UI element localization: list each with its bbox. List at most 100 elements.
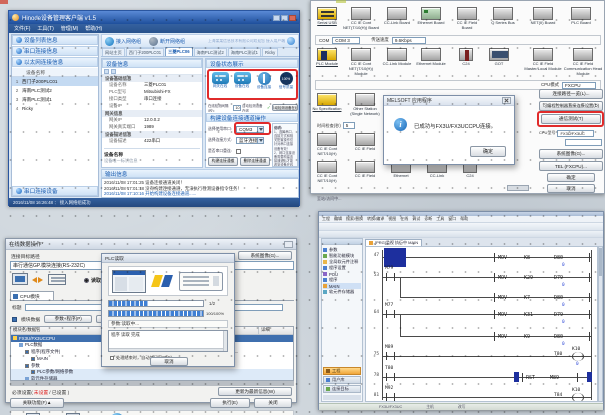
cc-ie-field-head-icon[interactable] — [573, 48, 593, 61]
communication-test-button[interactable]: 通信测试(T) — [541, 114, 601, 124]
contact-symbol[interactable] — [386, 373, 395, 381]
speed-field[interactable]: 9.6Kbps — [392, 37, 426, 44]
prop-row[interactable]: PLC型号 Mitsubishi-FX — [102, 89, 202, 96]
menu-tools[interactable]: 工具(T) — [37, 25, 53, 32]
tab-siemens200plc01[interactable]: 西门子200PLC01 — [126, 48, 164, 56]
plc-if-label[interactable]: Ethernet Module — [415, 62, 447, 67]
q-series-bus-icon[interactable] — [493, 7, 513, 20]
system-image-button[interactable]: 系统图像(G)... — [539, 149, 603, 159]
com-port-field[interactable]: COM 3 — [332, 37, 360, 44]
param-program-button[interactable]: 参数+程序(P) — [44, 315, 92, 323]
prop-group-desc[interactable]: 设备描述信息 — [102, 131, 202, 138]
close-button[interactable] — [289, 15, 296, 21]
connection-path-list-button[interactable]: 连接路径一览(L)... — [539, 89, 603, 99]
pc-if-label[interactable]: CC IE Field Board — [451, 21, 483, 31]
list-hscrollbar[interactable] — [109, 348, 223, 351]
other-station-single-icon[interactable] — [355, 93, 375, 106]
got-icon[interactable] — [489, 48, 509, 61]
co-route-label[interactable]: CC IE Cont NET/10(H) — [311, 174, 343, 184]
tab-mitsubishi-plc06[interactable]: 三菱PLC06 — [165, 47, 192, 56]
plc-if-label[interactable]: CC IE Cont NET(T/10(H)) Module — [343, 62, 379, 76]
serial-usb-icon[interactable] — [317, 7, 337, 20]
plc-direct-connect-button[interactable]: 可编程控制器直接连接设置(D) — [539, 101, 603, 111]
cc-ie-cont-module-icon[interactable] — [351, 48, 371, 61]
sort-az-icon[interactable] — [104, 69, 109, 74]
route-cc-ie-field-icon[interactable] — [355, 133, 375, 146]
cc-link-board-icon[interactable] — [387, 7, 407, 20]
co-route-label[interactable]: Ethernet — [385, 174, 417, 179]
gx-menu-item[interactable]: 编辑 — [334, 216, 342, 222]
tree-row[interactable]: PLC参数/网络参数 — [11, 369, 293, 376]
plc-if-label[interactable]: GOT — [483, 62, 515, 67]
gx-doc-tab[interactable]: [PRG]监视 执行中 MAIN — [365, 239, 422, 246]
gx-menu-item[interactable]: 工程 — [322, 216, 330, 222]
contact-symbol[interactable] — [386, 393, 395, 401]
row-checkbox[interactable] — [31, 357, 35, 361]
route-label[interactable]: CC IE Field — [347, 147, 383, 152]
gx-menu-item[interactable]: 帮助 — [460, 216, 468, 222]
ladder-editor[interactable]: 47 53 64 75 78 81 MOV K8 D80 0 M79 MOV K… — [365, 246, 598, 402]
dialog-close-button[interactable] — [284, 241, 293, 248]
join-network-button[interactable]: 接入网络组 — [105, 37, 141, 46]
tab-ricky[interactable]: Ricky — [262, 48, 278, 56]
pc-if-label[interactable]: CC-Link Board — [381, 21, 413, 26]
connect-mode-select[interactable]: 蓝牙连接 — [236, 137, 258, 144]
device-row-3[interactable]: 3 海南PLC测试1 — [12, 95, 98, 104]
interval-input[interactable]: 10 — [233, 105, 242, 111]
ethernet-module-icon[interactable] — [421, 48, 441, 61]
plc-module-icon[interactable] — [317, 48, 337, 61]
co-cc-ie-field-icon[interactable] — [355, 161, 375, 173]
device-row-4[interactable]: 4 Ricky — [12, 104, 98, 113]
co-cc-ie-cont-icon[interactable] — [317, 161, 337, 173]
plc-if-label[interactable]: C24 — [453, 62, 479, 67]
plc-board-icon[interactable] — [571, 7, 591, 20]
co-route-label[interactable]: CC-Link — [421, 174, 453, 179]
prop-row[interactable]: 网关真实端口 1989 — [102, 124, 202, 131]
cc-ie-field-board-icon[interactable] — [457, 7, 477, 20]
tab-hainan-test1[interactable]: 海南PLC测试1 — [228, 48, 261, 56]
prop-row[interactable]: 设备描述 422串口 — [102, 138, 202, 145]
pc-if-label[interactable]: Q Series Bus — [487, 21, 519, 26]
delete-channel-button[interactable]: 删除连接通道 — [240, 157, 270, 166]
row-checkbox[interactable] — [25, 350, 29, 354]
plc-if-label[interactable]: CC IE Field Communication Head Module — [563, 62, 603, 76]
mov-instruction[interactable]: MOV K31 D79 — [494, 310, 590, 319]
autoclose-checkbox[interactable] — [110, 356, 114, 360]
melsoft-close-button[interactable] — [502, 97, 511, 104]
dropdown-arrow-icon[interactable] — [258, 137, 264, 144]
nav-tab-userlib[interactable]: 用户库 — [323, 376, 361, 384]
manual-check-button[interactable]: 手动检测设备在线 — [272, 104, 298, 111]
device-row-1[interactable]: 1 西门子200PLC01 — [12, 77, 98, 86]
maximize-button[interactable] — [281, 15, 288, 21]
row-checkbox[interactable] — [31, 370, 35, 374]
contact-symbol[interactable] — [386, 352, 395, 360]
plc-if-label[interactable]: CC IE Field Master/Local Module — [523, 62, 563, 72]
mov-instruction[interactable]: MOV K7 D80 — [494, 293, 590, 302]
list-vscrollbar[interactable] — [223, 331, 227, 351]
plc-if-label[interactable]: PLC Module — [311, 62, 343, 67]
cpu-mode-field[interactable]: FXCPU — [562, 82, 596, 89]
menu-file[interactable]: 文件(F) — [14, 25, 30, 32]
pc-if-label[interactable]: Serial USB — [311, 21, 343, 26]
minimize-button[interactable] — [273, 15, 280, 21]
output-log[interactable]: 2016/11/08 17:01:25 设备连接通道关闭！ 2016/11/08… — [101, 178, 299, 198]
gx-menu-item[interactable]: 视图 — [388, 216, 396, 222]
prop-row[interactable]: 接口类型 串口连接 — [102, 96, 202, 103]
gx-menu-item[interactable]: 搜索/替换 — [346, 216, 363, 222]
tab-hainan-test2[interactable]: 海南PLC测试2 — [194, 48, 227, 56]
gx-menu-item[interactable]: 诊断 — [424, 216, 432, 222]
transfer-cancel-button[interactable]: 取消 — [547, 184, 595, 193]
ladder-cursor[interactable] — [384, 248, 406, 267]
sidebar-group-bottom[interactable]: 串口连接设备 — [12, 186, 98, 196]
cpu-module-tab[interactable]: CPU模块 — [10, 291, 54, 300]
refresh-info-button[interactable]: 更新为最新信息(W) — [218, 387, 292, 396]
mov-instruction[interactable]: MOV K9 D80 — [494, 332, 590, 341]
sidebar-group-ethernet[interactable]: 以太网连接信息 — [12, 57, 98, 67]
melsoft-titlebar[interactable]: MELSOFT 应用程序 — [384, 96, 514, 106]
gx-menu-item[interactable]: 在线 — [400, 216, 408, 222]
co-route-label[interactable]: CC IE Field — [349, 174, 381, 179]
checkmark-icon[interactable]: ✓ — [267, 105, 271, 111]
prop-row[interactable]: 网关IP 12.0.0.2 — [102, 117, 202, 124]
sys-image-button[interactable]: 系统图像(G)... — [238, 251, 292, 260]
ethernet-board-icon[interactable] — [421, 7, 441, 20]
